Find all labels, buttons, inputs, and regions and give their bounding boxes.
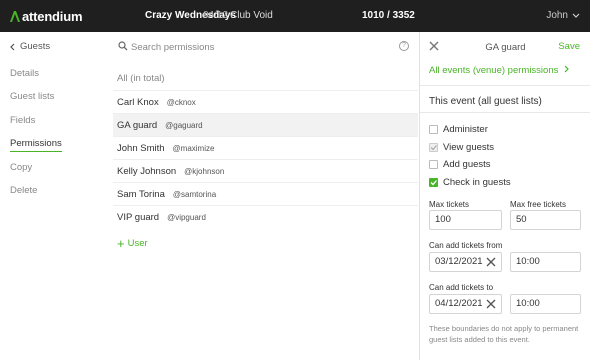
check-label: Check in guests [443,177,511,188]
tickets-to-time-input[interactable]: 10:00 [510,294,581,314]
boundaries-note: These boundaries do not apply to permane… [429,324,579,344]
view-guests-checkbox[interactable] [429,143,438,152]
checkmark-icon [430,145,437,151]
nav-item-details[interactable]: Details [10,68,39,79]
divider [420,112,590,113]
plus-icon: + [117,235,125,251]
nav-item-copy[interactable]: Copy [10,162,32,173]
administer-checkbox-row[interactable]: Administer [429,124,488,135]
nav-item-fields[interactable]: Fields [10,115,35,126]
user-handle: @gaguard [165,120,203,130]
logo-mark-icon [10,10,20,22]
clear-icon[interactable] [486,299,496,309]
close-icon[interactable] [428,40,440,52]
date-value: 03/12/2021 [435,256,483,267]
list-item[interactable]: VIP guard @vipguard [113,205,418,228]
check-in-guests-checkbox-row[interactable]: Check in guests [429,177,511,188]
user-name: John [546,10,568,21]
left-nav: Guests Details Guest lists Fields Permis… [0,32,100,360]
back-to-guests-link[interactable]: Guests [10,41,50,52]
user-handle: @samtorina [172,189,217,199]
user-name: VIP guard [117,211,160,223]
list-item-selected[interactable]: GA guard @gaguard [113,113,418,136]
user-name: John Smith [117,142,165,154]
all-events-permissions-link[interactable]: All events (venue) permissions [429,65,569,76]
add-guests-checkbox-row[interactable]: Add guests [429,159,491,170]
checkmark-icon [430,180,437,186]
tickets-from-label: Can add tickets from [429,241,503,250]
permissions-list: Carl Knox @cknox GA guard @gaguard John … [113,90,418,228]
event-venue: Club Void [230,10,273,21]
event-date: 04/12 [203,10,229,21]
user-handle: @cknox [166,97,196,107]
divider [420,85,590,86]
clear-icon[interactable] [486,257,496,267]
chevron-down-icon [572,13,580,18]
logo-text: attendium [22,8,83,24]
user-handle: @vipguard [167,212,206,222]
add-user-label: User [127,238,148,249]
search-input[interactable] [131,39,381,55]
nav-item-guest-lists[interactable]: Guest lists [10,91,54,102]
search-icon [118,41,128,51]
max-tickets-input[interactable]: 100 [429,210,502,230]
max-free-tickets-input[interactable]: 50 [510,210,581,230]
user-handle: @kjohnson [184,166,225,176]
tickets-to-label: Can add tickets to [429,283,494,292]
all-events-label: All events (venue) permissions [429,65,559,76]
list-header[interactable]: All (in total) [117,73,165,84]
logo[interactable]: attendium [10,8,83,24]
search-bar: ? [115,39,411,55]
check-label: Administer [443,124,488,135]
chevron-left-icon [10,43,15,50]
section-title: This event (all guest lists) [429,96,542,107]
list-item[interactable]: Kelly Johnson @kjohnson [113,159,418,182]
user-name: GA guard [117,119,158,131]
add-user-button[interactable]: + User [117,235,148,251]
administer-checkbox[interactable] [429,125,438,134]
tickets-from-date-input[interactable]: 03/12/2021 [429,252,502,272]
chevron-right-icon [564,65,569,73]
top-bar: attendium Crazy Wednesdays 04/12 Club Vo… [0,0,590,32]
help-icon[interactable]: ? [399,41,409,51]
list-item[interactable]: John Smith @maximize [113,136,418,159]
user-name: Sam Torina [117,188,165,200]
date-value: 04/12/2021 [435,298,483,309]
user-name: Kelly Johnson [117,165,177,177]
add-guests-checkbox[interactable] [429,160,438,169]
tickets-to-date-input[interactable]: 04/12/2021 [429,294,502,314]
back-label: Guests [20,41,51,52]
nav-item-delete[interactable]: Delete [10,185,37,196]
nav-item-permissions[interactable]: Permissions [10,138,62,152]
view-guests-checkbox-row[interactable]: View guests [429,142,494,153]
list-item[interactable]: Sam Torina @samtorina [113,182,418,205]
user-handle: @maximize [172,143,215,153]
user-menu[interactable]: John [546,10,580,21]
check-label: View guests [443,142,495,153]
max-free-tickets-label: Max free tickets [510,200,567,209]
guest-count: 1010 / 3352 [362,10,415,21]
user-name: Carl Knox [117,96,159,108]
save-button[interactable]: Save [558,41,580,52]
check-label: Add guests [443,159,491,170]
list-item[interactable]: Carl Knox @cknox [113,90,418,113]
permission-panel: GA guard Save All events (venue) permiss… [419,32,590,360]
max-tickets-label: Max tickets [429,200,470,209]
check-in-guests-checkbox[interactable] [429,178,438,187]
tickets-from-time-input[interactable]: 10:00 [510,252,581,272]
